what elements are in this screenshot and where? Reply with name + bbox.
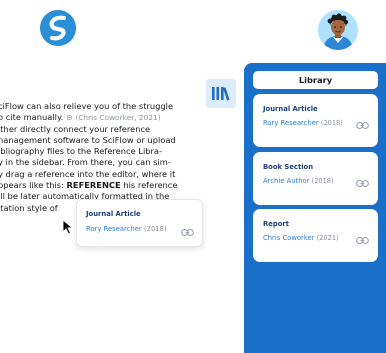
library-title: Library bbox=[253, 71, 378, 89]
dragged-reference-card[interactable]: Journal Article Rory Researcher (2018) bbox=[76, 199, 203, 247]
library-item-journal-article[interactable]: Journal Article Rory Researcher (2018) bbox=[253, 94, 378, 147]
inline-citation[interactable]: (Chris Coworker, 2021) bbox=[75, 113, 160, 122]
sciflow-logo-icon[interactable] bbox=[40, 10, 76, 46]
reference-author: Rory Researcher bbox=[86, 225, 142, 233]
doc-line: ibliography files to the Reference Libra… bbox=[0, 146, 163, 157]
doc-text-fragment: o cite manually. bbox=[0, 112, 64, 123]
doc-line: ppears like this: REFERENCE his referenc… bbox=[0, 180, 236, 191]
link-icon[interactable] bbox=[356, 230, 369, 249]
reference-year: (2018) bbox=[320, 119, 343, 127]
reference-placeholder[interactable]: REFERENCE bbox=[67, 180, 121, 190]
reference-type: Book Section bbox=[263, 163, 314, 171]
doc-line: ither directly connect your reference bbox=[0, 123, 151, 134]
library-panel: Library Journal Article Rory Researcher … bbox=[244, 63, 386, 353]
reference-type: Report bbox=[263, 220, 289, 228]
library-item-book-section[interactable]: Book Section Archie Author (2018) bbox=[253, 152, 378, 205]
library-item-report[interactable]: Report Chris Coworker (2021) bbox=[253, 209, 378, 262]
doc-line: y drag a reference into the editor, wher… bbox=[0, 168, 176, 179]
document-body[interactable]: ciFlow can also relieve you of the strug… bbox=[0, 101, 236, 214]
reference-author: Rory Researcher bbox=[263, 119, 319, 127]
user-avatar-icon[interactable] bbox=[318, 10, 358, 50]
reference-author-line: Rory Researcher (2018) bbox=[263, 119, 343, 127]
reference-author: Chris Coworker bbox=[263, 234, 315, 242]
citation-link-icon: ⊖ bbox=[65, 113, 73, 123]
doc-line: ciFlow can also relieve you of the strug… bbox=[0, 101, 174, 111]
doc-line: y in the sidebar. From there, you can si… bbox=[0, 157, 171, 168]
doc-line: o cite manually. ⊖ (Chris Coworker, 2021… bbox=[0, 112, 236, 123]
doc-text-fragment: his reference bbox=[123, 180, 178, 191]
link-icon bbox=[181, 222, 194, 241]
reference-author: Archie Author bbox=[263, 177, 310, 185]
link-icon[interactable] bbox=[356, 173, 369, 192]
reference-year: (2021) bbox=[316, 234, 339, 242]
reference-year: (2018) bbox=[144, 225, 167, 233]
reference-type: Journal Article bbox=[263, 105, 318, 113]
reference-year: (2018) bbox=[311, 177, 334, 185]
link-icon[interactable] bbox=[356, 115, 369, 134]
reference-author-line: Archie Author (2018) bbox=[263, 177, 334, 185]
reference-type: Journal Article bbox=[86, 210, 141, 218]
doc-line: nanagement software to SciFlow or upload bbox=[0, 134, 176, 145]
reference-author-line: Chris Coworker (2021) bbox=[263, 234, 339, 242]
doc-text-fragment: ppears like this: bbox=[0, 180, 64, 191]
mouse-pointer-icon bbox=[62, 219, 74, 239]
